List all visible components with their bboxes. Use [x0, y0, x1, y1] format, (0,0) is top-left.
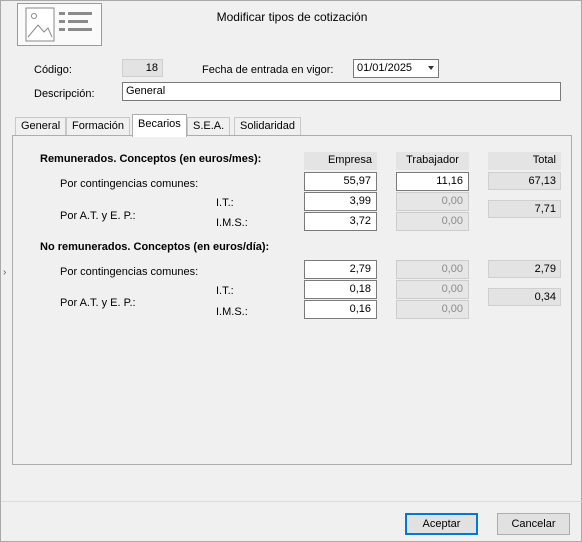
codigo-label: Código:: [34, 64, 72, 76]
descripcion-label: Descripción:: [34, 88, 95, 100]
chevron-right-icon: ›: [3, 267, 7, 278]
rem-it-label: I.T.:: [216, 197, 234, 209]
rem-ims-empresa-input[interactable]: 3,72: [304, 212, 377, 231]
norem-contingencias-label: Por contingencias comunes:: [60, 266, 199, 278]
tab-label: Becarios: [138, 118, 181, 130]
tab-label: S.E.A.: [193, 120, 225, 132]
rem-ims-trabajador-input: 0,00: [396, 212, 469, 231]
accept-button[interactable]: Aceptar: [405, 513, 478, 535]
fecha-value: 01/01/2025: [357, 62, 413, 74]
cancel-button[interactable]: Cancelar: [497, 513, 570, 535]
rem-contingencias-trabajador-input[interactable]: 11,16: [396, 172, 469, 191]
fecha-label: Fecha de entrada en vigor:: [202, 64, 334, 76]
tab-label: General: [21, 120, 61, 132]
norem-it-empresa-input[interactable]: 0,18: [304, 280, 377, 299]
tab-becarios[interactable]: Becarios: [132, 114, 187, 137]
no-remunerados-heading: No remunerados. Conceptos (en euros/día)…: [40, 241, 270, 253]
norem-it-trabajador-input: 0,00: [396, 280, 469, 299]
norem-ims-label: I.M.S.:: [216, 306, 248, 318]
codigo-field: 18: [122, 59, 163, 77]
rem-ims-label: I.M.S.:: [216, 217, 248, 229]
fecha-select[interactable]: 01/01/2025: [353, 59, 439, 78]
footer-divider: [1, 501, 582, 502]
remunerados-heading: Remunerados. Conceptos (en euros/mes):: [40, 153, 262, 165]
rem-at-total: 7,71: [488, 200, 561, 218]
dialog-window: Modificar tipos de cotización Código: 18…: [0, 0, 582, 542]
tab-label: Formación: [72, 120, 124, 132]
descripcion-input[interactable]: General: [122, 82, 561, 101]
tab-sea[interactable]: S.E.A.: [187, 117, 231, 136]
dialog-title: Modificar tipos de cotización: [216, 10, 368, 24]
norem-ims-trabajador-input: 0,00: [396, 300, 469, 319]
chevron-down-icon[interactable]: [428, 66, 434, 70]
norem-ims-empresa-input[interactable]: 0,16: [304, 300, 377, 319]
rem-it-trabajador-input: 0,00: [396, 192, 469, 211]
column-header-total: Total: [488, 152, 561, 170]
norem-it-label: I.T.:: [216, 285, 234, 297]
rem-contingencias-empresa-input[interactable]: 55,97: [304, 172, 377, 191]
norem-contingencias-trabajador-input: 0,00: [396, 260, 469, 279]
rem-contingencias-label: Por contingencias comunes:: [60, 178, 199, 190]
rem-at-label: Por A.T. y E. P.:: [60, 210, 136, 222]
tab-formacion[interactable]: Formación: [66, 117, 130, 136]
column-header-trabajador: Trabajador: [396, 152, 469, 170]
tab-label: Solidaridad: [240, 120, 296, 132]
column-header-empresa: Empresa: [304, 152, 377, 170]
rem-it-empresa-input[interactable]: 3,99: [304, 192, 377, 211]
norem-contingencias-empresa-input[interactable]: 2,79: [304, 260, 377, 279]
norem-contingencias-total: 2,79: [488, 260, 561, 278]
tab-solidaridad[interactable]: Solidaridad: [234, 117, 302, 136]
norem-at-total: 0,34: [488, 288, 561, 306]
norem-at-label: Por A.T. y E. P.:: [60, 297, 136, 309]
rem-contingencias-total: 67,13: [488, 172, 561, 190]
tab-general[interactable]: General: [15, 117, 67, 136]
